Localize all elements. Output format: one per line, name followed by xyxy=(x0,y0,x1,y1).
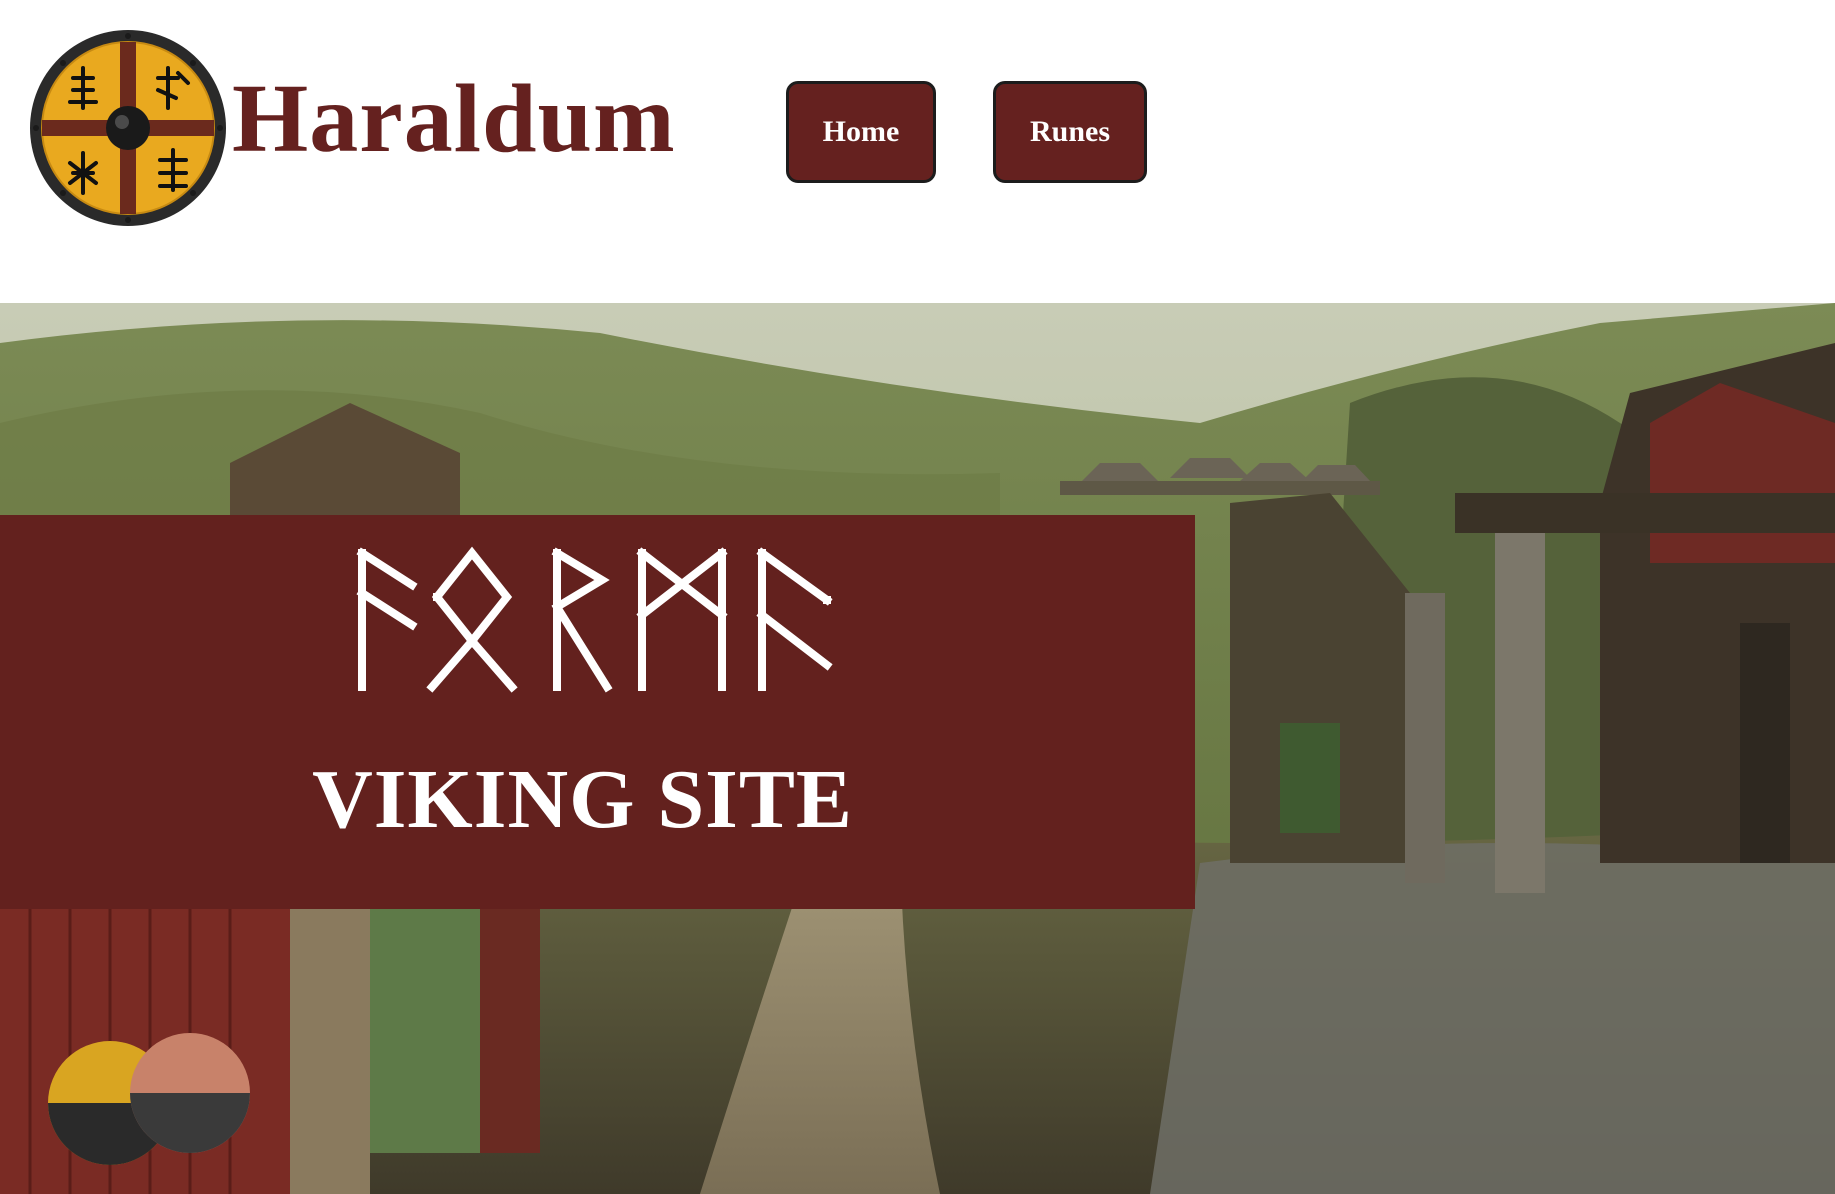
hero-title-panel: VIKING SITE xyxy=(0,515,1195,909)
viking-shield-logo-icon[interactable] xyxy=(28,28,228,228)
hero-heading: VIKING SITE xyxy=(312,753,853,846)
site-title[interactable]: Haraldum xyxy=(232,70,676,168)
home-button[interactable]: Home xyxy=(786,81,936,183)
rune-title-graphic xyxy=(356,546,833,693)
runes-button[interactable]: Runes xyxy=(993,81,1147,183)
site-header: Haraldum Home Runes xyxy=(0,0,1835,303)
hero-banner: VIKING SITE xyxy=(0,303,1835,1194)
